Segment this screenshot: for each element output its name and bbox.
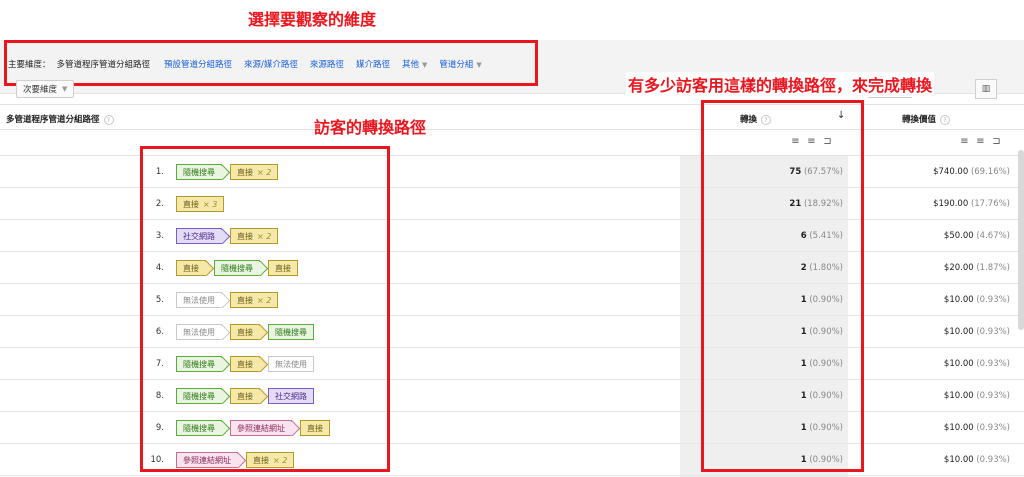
column-header-path[interactable]: 多管道程序管道分組路徑? [6, 113, 114, 125]
value-cell: $50.00 (4.67%) [890, 231, 1010, 241]
value-amount: $740.00 [933, 167, 969, 177]
chevron-down-icon: ▼ [62, 85, 68, 93]
value-percent: (0.93%) [976, 327, 1010, 337]
value-percent: (0.93%) [976, 423, 1010, 433]
value-percent: (1.87%) [976, 263, 1010, 273]
value-amount: $20.00 [943, 263, 974, 273]
value-amount: $10.00 [943, 327, 974, 337]
vertical-scrollbar[interactable] [1018, 150, 1024, 330]
secondary-dimension-label: 次要維度 [23, 85, 58, 95]
value-amount: $50.00 [943, 231, 974, 241]
table-view-toggle[interactable]: ▥ [975, 79, 997, 99]
value-cell: $10.00 (0.93%) [890, 359, 1010, 369]
value-amount: $10.00 [943, 455, 974, 465]
value-percent: (17.76%) [970, 199, 1010, 209]
value-cell: $10.00 (0.93%) [890, 327, 1010, 337]
align-left-icon[interactable]: ≡ [960, 136, 969, 147]
value-percent: (69.16%) [970, 167, 1010, 177]
value-percent: (4.67%) [976, 231, 1010, 241]
column-header-value-label: 轉換價值 [902, 115, 937, 125]
value-amount: $10.00 [943, 391, 974, 401]
value-amount: $10.00 [943, 423, 974, 433]
value-amount: $10.00 [943, 359, 974, 369]
value-percent: (0.93%) [976, 295, 1010, 305]
value-amount: $10.00 [943, 295, 974, 305]
compare-icon[interactable]: ⊐ [992, 136, 1001, 147]
value-percent: (0.93%) [976, 391, 1010, 401]
value-amount: $190.00 [933, 199, 969, 209]
annotation-dimension: 選擇要觀察的維度 [248, 10, 377, 29]
value-cell: $190.00 (17.76%) [890, 199, 1010, 209]
secondary-dimension-dropdown[interactable]: 次要維度 ▼ [16, 80, 75, 98]
highlight-box-dimension [4, 40, 538, 86]
help-icon[interactable]: ? [940, 114, 951, 125]
grid-view-icon: ▥ [981, 84, 991, 94]
value-cell: $20.00 (1.87%) [890, 263, 1010, 273]
value-percent: (0.93%) [976, 359, 1010, 369]
value-cell: $10.00 (0.93%) [890, 455, 1010, 465]
table-header [0, 104, 1024, 130]
column-header-path-label: 多管道程序管道分組路徑 [6, 115, 100, 125]
value-percent: (0.93%) [976, 455, 1010, 465]
highlight-box-path [140, 146, 390, 472]
value-cell: $740.00 (69.16%) [890, 167, 1010, 177]
value-view-options: ≡ ≡ ⊐ [960, 136, 1001, 147]
annotation-path: 訪客的轉換路徑 [314, 118, 427, 137]
highlight-box-conversions [701, 100, 864, 472]
annotation-conversions: 有多少訪客用這樣的轉換路徑，來完成轉換 [626, 72, 935, 96]
align-center-icon[interactable]: ≡ [976, 136, 985, 147]
value-cell: $10.00 (0.93%) [890, 295, 1010, 305]
value-cell: $10.00 (0.93%) [890, 423, 1010, 433]
help-icon[interactable]: ? [103, 114, 114, 125]
column-header-value[interactable]: 轉換價值? [902, 113, 951, 125]
value-cell: $10.00 (0.93%) [890, 391, 1010, 401]
